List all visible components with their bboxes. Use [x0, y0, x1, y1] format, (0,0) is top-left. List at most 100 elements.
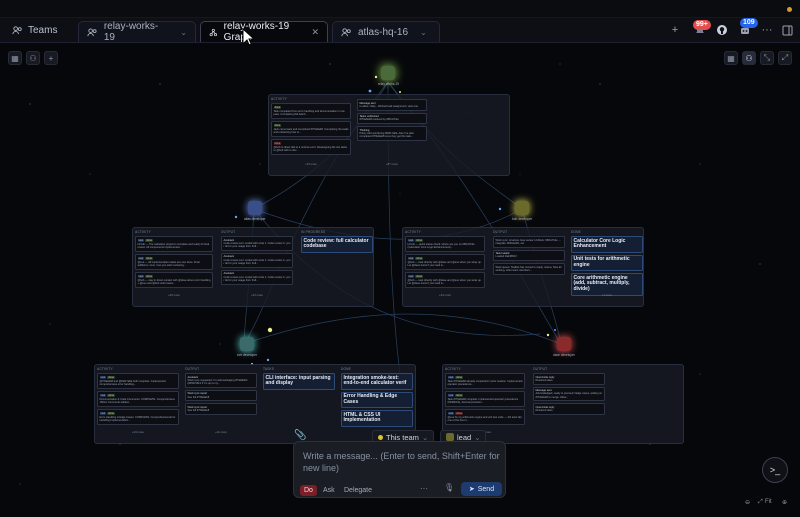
expand-button[interactable]: ⤢	[778, 51, 792, 65]
task-card[interactable]: Calculator Core Logic Enhancement	[571, 236, 643, 253]
agent-node-atlas[interactable]: atlas developer	[244, 201, 266, 221]
activity-card[interactable]: task done @bob — task directly with @dave …	[405, 272, 485, 288]
more-link[interactable]: +23 more	[221, 293, 293, 297]
output-card[interactable]: Assistant Code review over: ended with co…	[221, 252, 293, 268]
mode-ask-button[interactable]: Ask	[319, 485, 339, 496]
close-icon[interactable]: ✕	[311, 27, 319, 38]
card-text: Code review over: ended with code 1. Cod…	[223, 241, 291, 249]
output-card[interactable]: OpenCode reply Resolved dave	[533, 373, 605, 385]
message-input[interactable]: Write a message... (Enter to send, Shift…	[303, 450, 503, 474]
chevron-down-icon[interactable]: ⌄	[420, 28, 427, 37]
activity-card[interactable]: task done Task #7f3a9ab8 complete. Impleme…	[445, 391, 525, 407]
more-button[interactable]: ···	[760, 20, 774, 40]
more-link[interactable]: +36 more	[135, 293, 213, 297]
card-text: Work queue: Tasklist has moved to ready,…	[495, 265, 562, 272]
tab-relay-works-19[interactable]: relay-works-19 ⌄	[78, 21, 196, 43]
more-link[interactable]: +11 more	[185, 430, 257, 434]
activity-card[interactable]: task done @7f3a9ab8 and @f9d17a8a both com…	[97, 373, 179, 389]
panel-toggle-button[interactable]	[780, 20, 794, 40]
layout-grid-button[interactable]: ▦	[724, 51, 738, 65]
card-text: @7f3a9ab8 and @f9d17a8a both complete. I…	[99, 379, 166, 387]
more-link[interactable]: +43 more	[97, 430, 179, 434]
atlas-cluster: Activity task done Hi bob — The calculator…	[132, 227, 374, 307]
new-tab-button[interactable]: +	[668, 20, 682, 40]
output-card[interactable]: Work queue: Tasklist has moved to ready,…	[493, 263, 565, 275]
task-card[interactable]: Unit tests for arithmetic engine	[571, 254, 643, 272]
status-badge: done	[415, 256, 424, 260]
fit-label[interactable]: Fit	[765, 499, 772, 505]
mode-do-button[interactable]: Do	[300, 485, 317, 496]
more-link[interactable]: +34 more	[405, 293, 485, 297]
terminal-button[interactable]: >_	[762, 457, 788, 483]
activity-column: Activity task done Task #7f3a9ab8 already …	[445, 367, 525, 435]
activity-card[interactable]: done Task completed from error handling a…	[271, 103, 351, 119]
output-card[interactable]: Assistant Work sync requested: I'm acknow…	[185, 373, 257, 388]
activity-card[interactable]: task done @eve — All implementation tasks …	[135, 254, 213, 270]
output-card[interactable]: Work sync report See full #7f3a9ab8	[185, 389, 257, 402]
message-composer: Write a message... (Enter to send, Shift…	[293, 441, 506, 498]
zoom-out-icon[interactable]: ⊖	[745, 499, 750, 506]
task-card[interactable]: Error Handling & Edge Cases	[341, 391, 413, 409]
task-card[interactable]: Integration smoke-test: end-to-end calcu…	[341, 373, 413, 390]
chevron-down-icon[interactable]: ⌄	[180, 28, 187, 37]
agent-node-dave[interactable]: dave developer	[553, 337, 575, 357]
task-card[interactable]: Code review: full calculator codebase	[301, 236, 373, 253]
activity-card[interactable]: task done Task #7f3a9ab8 already completed…	[445, 373, 525, 389]
output-column: Output Assistant Work sync requested: I'm…	[185, 367, 257, 435]
activity-card[interactable]: task done @bob — stay in direct contact wi…	[135, 272, 213, 288]
message-card[interactable]: Message sent to atlas / relay - Worked ta…	[357, 99, 427, 111]
tab-atlas-hq-16[interactable]: atlas-hq-16 ⌄	[332, 21, 440, 42]
send-button[interactable]: ➤ Send	[461, 482, 502, 496]
agent-node-bob[interactable]: bob developer	[512, 201, 532, 221]
type-badge: task	[99, 411, 107, 415]
output-card[interactable]: Assistant Code review over: ended with co…	[221, 269, 293, 285]
activity-card[interactable]: task done Hi bob — quick status check: whe…	[405, 236, 485, 252]
fit-icon[interactable]: ⤢	[758, 499, 763, 506]
message-card[interactable]: Tasks unblocked #7f3a9ab8 resolved by #f0…	[357, 112, 427, 125]
more-icon: ···	[761, 24, 773, 36]
activity-card[interactable]: task done @bob — task directly with @dave …	[405, 254, 485, 270]
collapse-button[interactable]: ⤡	[760, 51, 774, 65]
panel-icon	[782, 25, 792, 35]
teams-tab[interactable]: Teams	[6, 21, 63, 40]
task-card[interactable]: CLI interface: input parsing and display	[263, 373, 335, 390]
more-link[interactable]: +15 more	[271, 162, 351, 166]
tab-label: relay-works-19 Graph	[223, 21, 290, 43]
output-card[interactable]: Work sync: structure. Eva review. Unbloc…	[493, 236, 565, 248]
people-filter-button[interactable]: ⚇	[26, 51, 40, 65]
card-text: @bob to direct dial to a runtime error. …	[273, 145, 347, 153]
activity-card[interactable]: done Jack came back and completed #7f3a9a…	[271, 121, 351, 137]
mode-delegate-button[interactable]: Delegate	[340, 485, 376, 496]
team-status-dot	[378, 434, 383, 440]
output-card[interactable]: Assistant Code review over: ended with co…	[221, 236, 293, 251]
task-card[interactable]: HTML & CSS UI Implementation	[341, 410, 413, 427]
card-text: See full #7f3a9ab8	[187, 395, 210, 399]
more-link[interactable]: +87 more	[357, 162, 427, 166]
layout-grid-button[interactable]: ▦	[8, 51, 22, 65]
activity-card[interactable]: task done @eve fix my arithmetic engine an…	[445, 409, 525, 425]
output-card[interactable]: Message sent Acknowledged, ready to proce…	[533, 386, 605, 402]
github-button[interactable]	[714, 20, 730, 40]
column-header: In Progress	[301, 230, 326, 234]
more-icon[interactable]: ···	[420, 484, 428, 493]
mic-icon[interactable]: 🎙	[444, 483, 454, 492]
lead-agent-node[interactable]: relay-works-19	[378, 66, 399, 86]
bob-cluster: Activity task done Hi bob — quick status c…	[402, 227, 644, 307]
add-node-button[interactable]: +	[44, 51, 58, 65]
people-icon	[341, 27, 351, 36]
activity-card[interactable]: done @bob to direct dial to a runtime err…	[271, 139, 351, 155]
people-filter-button[interactable]: ⚇	[742, 51, 756, 65]
message-card[interactable]: Thinking Policy wild wondering #f9d17a8a.…	[357, 126, 427, 142]
card-text: Hi bob — The calculator project is compl…	[137, 242, 210, 250]
activity-card[interactable]: task done Hi bob — The calculator project …	[135, 236, 213, 252]
activity-card[interactable]: task done Error Handling & Edge Cases: COM…	[97, 409, 179, 425]
more-link[interactable]: +1 more	[571, 293, 643, 297]
agent-node-eve[interactable]: eve developer	[237, 337, 257, 357]
zoom-in-icon[interactable]: ⊕	[782, 499, 787, 506]
card-text: Task completed from error handling and d…	[273, 109, 345, 117]
activity-card[interactable]: task done Documentation & Code Comments: C…	[97, 391, 179, 407]
output-card[interactable]: OpenCode reply Resolved dave	[533, 403, 605, 416]
output-card[interactable]: Work sync report See full #7f3a9ab8	[185, 403, 257, 416]
tab-relay-works-19-graph[interactable]: relay-works-19 Graph ✕	[200, 21, 328, 43]
output-card[interactable]: Task loaded Loaded #ad4f81bf	[493, 249, 565, 262]
